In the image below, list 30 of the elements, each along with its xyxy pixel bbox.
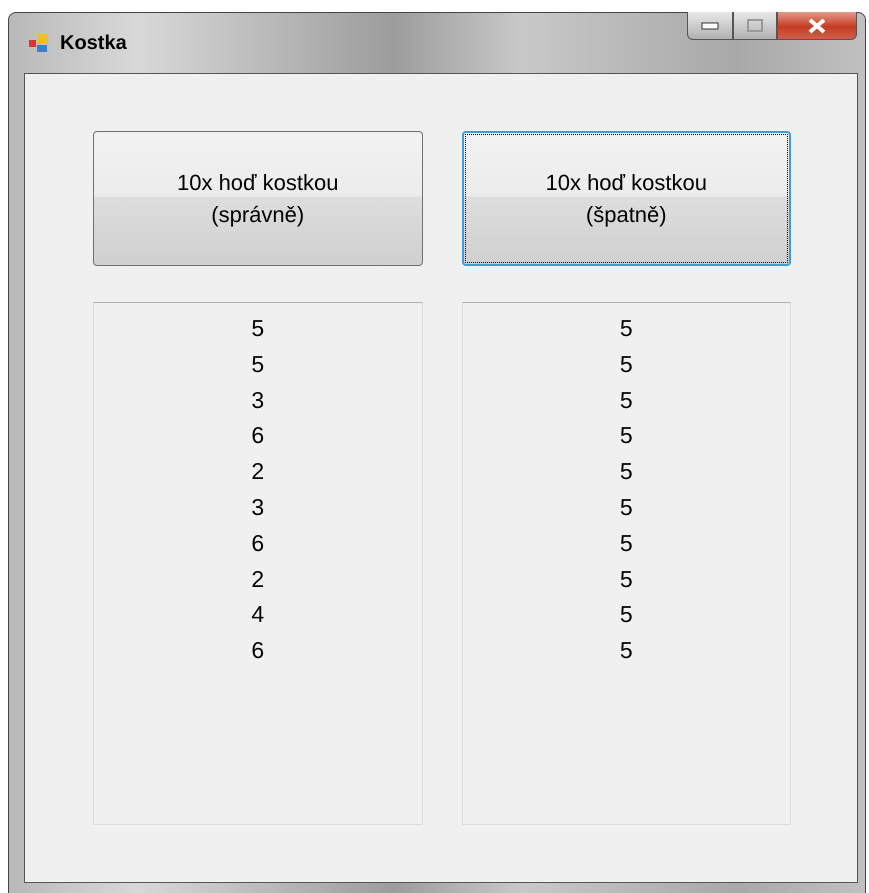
maximize-button[interactable] [733, 12, 777, 40]
list-item: 6 [251, 636, 264, 666]
list-item: 6 [251, 528, 264, 558]
list-item: 5 [620, 528, 633, 558]
list-item: 6 [251, 421, 264, 450]
maximize-icon [747, 19, 763, 32]
list-item: 3 [251, 492, 264, 522]
list-item: 2 [251, 457, 264, 486]
minimize-icon [701, 22, 719, 30]
list-item: 5 [620, 564, 633, 594]
list-item: 3 [251, 386, 264, 415]
list-item: 5 [620, 600, 633, 630]
window-title: Kostka [60, 32, 127, 54]
list-item: 5 [620, 421, 633, 450]
roll-dice-button[interactable]: 10x hoď kostkou (správně) [93, 131, 422, 266]
list-item: 5 [620, 636, 633, 666]
list-item: 5 [251, 314, 264, 343]
list-item: 5 [620, 314, 633, 343]
list-item: 2 [251, 564, 264, 594]
list-item: 4 [251, 600, 264, 630]
list-item: 5 [620, 457, 633, 486]
minimize-button[interactable] [687, 12, 733, 40]
list-item: 5 [251, 350, 264, 379]
close-button[interactable] [777, 12, 857, 40]
roll-dice-button[interactable]: 10x hoď kostkou (špatně) [462, 131, 791, 266]
close-icon [807, 18, 827, 34]
list-item: 5 [620, 492, 633, 522]
list-item: 5 [620, 386, 633, 415]
app-icon [28, 33, 50, 53]
list-item: 5 [620, 350, 633, 379]
